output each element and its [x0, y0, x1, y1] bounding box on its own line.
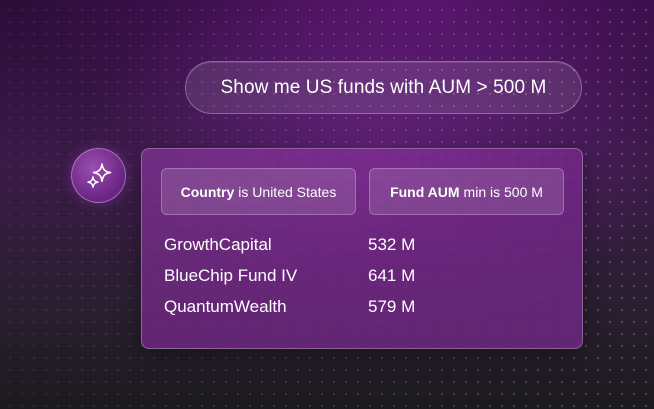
filter-field-label: Country: [180, 183, 235, 200]
results-card: Country is United States Fund AUM min is…: [141, 148, 583, 349]
fund-aum-value: 532 M: [368, 235, 416, 254]
user-query-bubble: Show me US funds with AUM > 500 M: [185, 61, 582, 114]
fund-name: BlueChip Fund IV: [164, 266, 298, 285]
filter-chip-country[interactable]: Country is United States: [161, 168, 356, 215]
sparkle-icon: [86, 162, 111, 188]
result-row[interactable]: BlueChip Fund IV 641 M: [164, 266, 544, 290]
filter-condition-label: is United States: [238, 183, 337, 200]
user-query-text: Show me US funds with AUM > 500 M: [220, 76, 547, 98]
assistant-avatar: [71, 148, 126, 203]
filter-field-label: Fund AUM: [390, 183, 460, 200]
fund-aum-value: 579 M: [368, 297, 416, 316]
fund-name: GrowthCapital: [164, 235, 272, 254]
filter-condition-label: min is 500 M: [463, 183, 543, 200]
fund-name: QuantumWealth: [164, 297, 287, 316]
filter-chip-fund-aum[interactable]: Fund AUM min is 500 M: [369, 168, 564, 215]
fund-aum-value: 641 M: [368, 266, 416, 285]
result-row[interactable]: QuantumWealth 579 M: [164, 297, 544, 321]
result-row[interactable]: GrowthCapital 532 M: [164, 235, 544, 259]
